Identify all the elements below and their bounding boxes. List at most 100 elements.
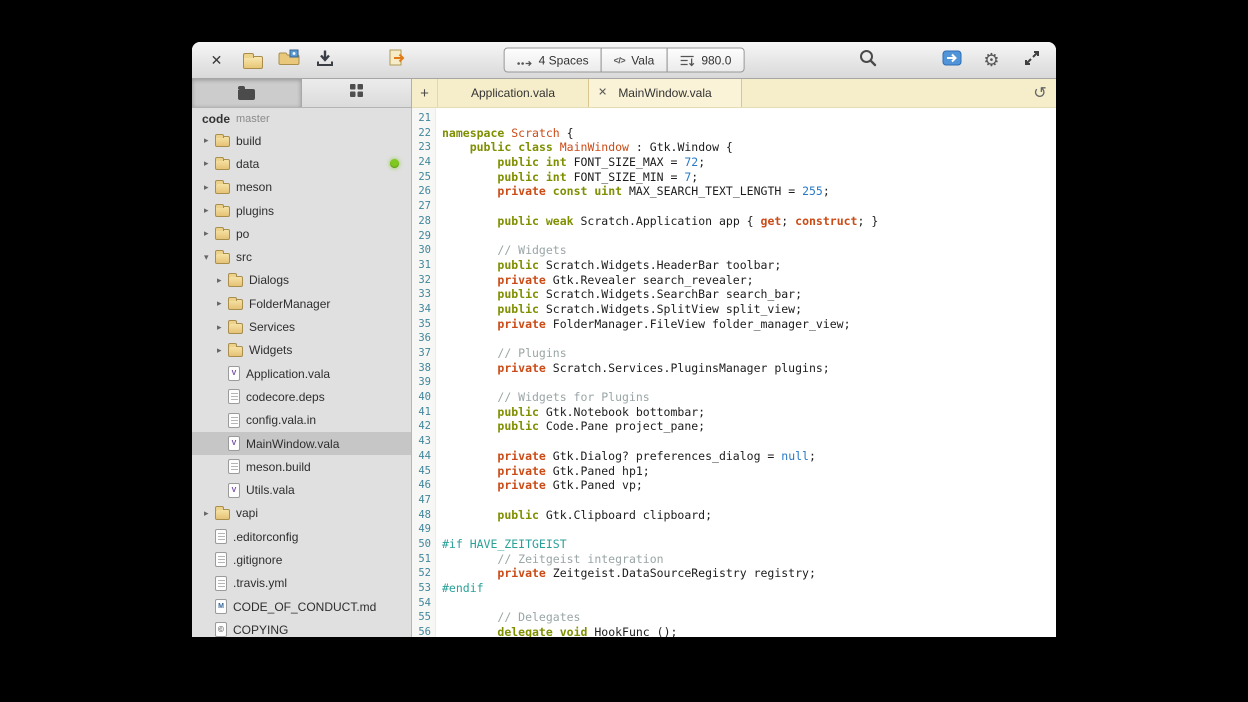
symbols-view-tab[interactable]: [302, 79, 411, 107]
code-line[interactable]: namespace Scratch {: [442, 126, 1056, 141]
plus-icon: +: [420, 85, 429, 102]
code-line[interactable]: // Delegates: [442, 610, 1056, 625]
tree-item[interactable]: meson.build: [192, 455, 411, 478]
code-line[interactable]: private FolderManager.FileView folder_ma…: [442, 317, 1056, 332]
tree-item[interactable]: ©COPYING: [192, 618, 411, 637]
code-line[interactable]: private Scratch.Services.PluginsManager …: [442, 361, 1056, 376]
code-line[interactable]: [442, 493, 1056, 508]
code-line[interactable]: [442, 111, 1056, 126]
tree-item[interactable]: .travis.yml: [192, 572, 411, 595]
code-editor[interactable]: 2122232425262728293031323334353637383940…: [412, 108, 1056, 637]
code-line[interactable]: private Gtk.Revealer search_revealer;: [442, 273, 1056, 288]
code-line[interactable]: public weak Scratch.Application app { ge…: [442, 214, 1056, 229]
tree-item[interactable]: VApplication.vala: [192, 362, 411, 385]
expander-icon[interactable]: ▸: [204, 182, 215, 193]
code-line[interactable]: public int FONT_SIZE_MIN = 7;: [442, 170, 1056, 185]
language-button[interactable]: </> Vala: [601, 48, 668, 73]
expander-icon[interactable]: ▾: [204, 252, 215, 263]
code-line[interactable]: [442, 331, 1056, 346]
code-line[interactable]: [442, 522, 1056, 537]
tree-item[interactable]: ▸po: [192, 222, 411, 245]
tree-item[interactable]: ▸build: [192, 129, 411, 152]
code-line[interactable]: [442, 229, 1056, 244]
code-line[interactable]: #endif: [442, 581, 1056, 596]
goto-line-button[interactable]: 980.0: [666, 48, 744, 73]
tab-mainwindow-vala[interactable]: ✕ MainWindow.vala: [588, 79, 742, 107]
expander-icon[interactable]: ▸: [204, 158, 215, 169]
folder-icon: [215, 253, 230, 264]
close-tab-icon[interactable]: ✕: [598, 88, 607, 99]
code-line[interactable]: public int FONT_SIZE_MAX = 72;: [442, 155, 1056, 170]
settings-button[interactable]: ⚙: [979, 48, 1004, 73]
open-folder-icon: [243, 56, 263, 69]
save-as-button[interactable]: [276, 48, 301, 73]
tree-item-label: vapi: [236, 506, 258, 520]
tree-item[interactable]: ▸Widgets: [192, 339, 411, 362]
code-line[interactable]: [442, 375, 1056, 390]
search-button[interactable]: [855, 48, 880, 73]
close-window-button[interactable]: ✕: [204, 48, 229, 73]
code-line[interactable]: // Widgets: [442, 243, 1056, 258]
tree-item[interactable]: ▸ vapi: [192, 502, 411, 525]
expander-icon[interactable]: ▸: [204, 205, 215, 216]
go-jump-button[interactable]: [939, 48, 964, 73]
tree-item[interactable]: codecore.deps: [192, 385, 411, 408]
revert-button[interactable]: [384, 48, 409, 73]
gutter: 2122232425262728293031323334353637383940…: [412, 108, 436, 637]
code-line[interactable]: private Gtk.Paned vp;: [442, 478, 1056, 493]
project-root[interactable]: code master: [192, 108, 411, 129]
tree-item[interactable]: ▸data: [192, 152, 411, 175]
code-line[interactable]: private Zeitgeist.DataSourceRegistry reg…: [442, 566, 1056, 581]
save-button[interactable]: [312, 48, 337, 73]
line-number: 43: [412, 434, 431, 449]
tree-item[interactable]: config.vala.in: [192, 409, 411, 432]
code-line[interactable]: delegate void HookFunc ();: [442, 625, 1056, 637]
tree-item[interactable]: VMainWindow.vala: [192, 432, 411, 455]
code-line[interactable]: [442, 596, 1056, 611]
history-button[interactable]: ↺: [1024, 79, 1056, 107]
line-number: 26: [412, 184, 431, 199]
code-line[interactable]: public Scratch.Widgets.SplitView split_v…: [442, 302, 1056, 317]
code-line[interactable]: [442, 199, 1056, 214]
expander-icon[interactable]: ▸: [217, 345, 228, 356]
code-line[interactable]: public Scratch.Widgets.SearchBar search_…: [442, 287, 1056, 302]
expander-icon[interactable]: ▸: [217, 322, 228, 333]
code-line[interactable]: private Gtk.Dialog? preferences_dialog =…: [442, 449, 1056, 464]
toolbar-left-group: ✕: [204, 48, 409, 73]
expander-icon[interactable]: ▸: [204, 228, 215, 239]
code-line[interactable]: [442, 434, 1056, 449]
tree-item[interactable]: ▸Dialogs: [192, 269, 411, 292]
open-file-button[interactable]: [240, 48, 265, 73]
tree-item[interactable]: MCODE_OF_CONDUCT.md: [192, 595, 411, 618]
code-line[interactable]: public Code.Pane project_pane;: [442, 419, 1056, 434]
tree-item[interactable]: ▸FolderManager: [192, 292, 411, 315]
tree-item[interactable]: ▸meson: [192, 176, 411, 199]
tree-item[interactable]: ▾src: [192, 245, 411, 268]
expander-icon[interactable]: ▸: [204, 508, 215, 519]
expander-icon[interactable]: ▸: [204, 135, 215, 146]
code-line[interactable]: public Gtk.Notebook bottombar;: [442, 405, 1056, 420]
expander-icon[interactable]: ▸: [217, 275, 228, 286]
tree-item[interactable]: .editorconfig: [192, 525, 411, 548]
code-line[interactable]: public class MainWindow : Gtk.Window {: [442, 140, 1056, 155]
code-line[interactable]: public Gtk.Clipboard clipboard;: [442, 508, 1056, 523]
tab-application-vala[interactable]: Application.vala: [438, 79, 588, 107]
fullscreen-button[interactable]: [1019, 48, 1044, 73]
code-line[interactable]: #if HAVE_ZEITGEIST: [442, 537, 1056, 552]
tree-item[interactable]: ▸Services: [192, 315, 411, 338]
code-line[interactable]: // Zeitgeist integration: [442, 552, 1056, 567]
new-tab-button[interactable]: +: [412, 79, 438, 107]
tree-item[interactable]: ▸plugins: [192, 199, 411, 222]
code-lines[interactable]: namespace Scratch { public class MainWin…: [436, 108, 1056, 637]
line-number: 44: [412, 449, 431, 464]
code-line[interactable]: private Gtk.Paned hp1;: [442, 464, 1056, 479]
files-view-tab[interactable]: [192, 79, 302, 107]
code-line[interactable]: // Plugins: [442, 346, 1056, 361]
code-line[interactable]: // Widgets for Plugins: [442, 390, 1056, 405]
tree-item[interactable]: .gitignore: [192, 548, 411, 571]
code-line[interactable]: public Scratch.Widgets.HeaderBar toolbar…: [442, 258, 1056, 273]
expander-icon[interactable]: ▸: [217, 298, 228, 309]
code-line[interactable]: private const uint MAX_SEARCH_TEXT_LENGT…: [442, 184, 1056, 199]
indent-width-button[interactable]: 4 Spaces: [504, 48, 602, 73]
tree-item[interactable]: VUtils.vala: [192, 478, 411, 501]
